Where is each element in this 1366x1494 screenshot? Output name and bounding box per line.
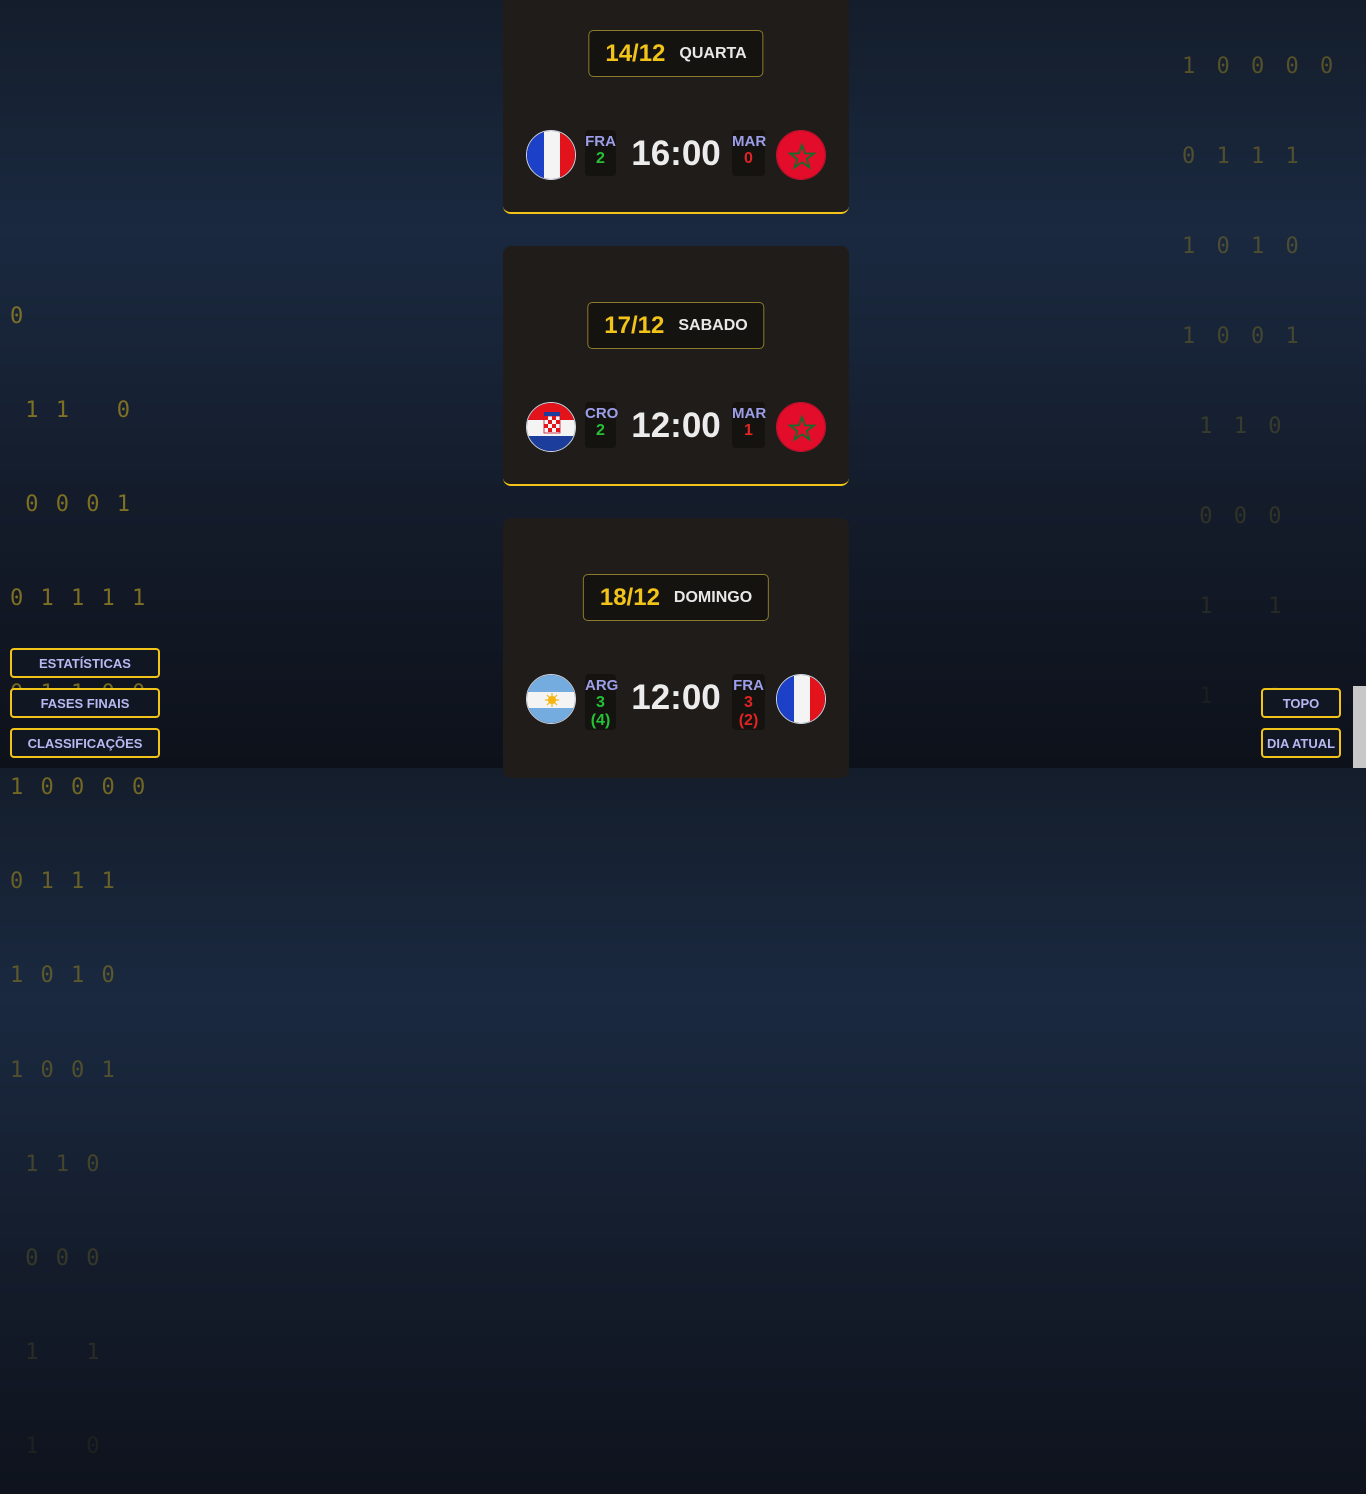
home-team-box: CRO 2 (585, 402, 619, 448)
away-team-score: 0 (744, 150, 753, 167)
binary-row: 1 0 1 0 (1182, 234, 1303, 259)
match-date-box: 18/12 DOMINGO (582, 574, 770, 621)
home-team-score: 3 (596, 694, 605, 711)
morocco-flag-icon (776, 402, 826, 452)
binary-decoration-left: 0 1 1 0 0 0 0 1 0 1 1 1 1 0 1 1 0 0 1 0 … (10, 238, 147, 1494)
binary-row: 1 0 0 1 (1182, 324, 1303, 349)
binary-row: 1 0 1 0 (10, 963, 117, 989)
match-weekday: QUARTA (679, 44, 747, 62)
away-team-box: MAR 0 (732, 130, 767, 176)
away-team-score: 1 (744, 422, 753, 439)
binary-row: 0 0 0 (1182, 504, 1286, 529)
match-row: FRA 2 16:00 MAR 0 (526, 129, 826, 181)
match-date-box: 14/12 QUARTA (588, 30, 764, 77)
match-date-box: 17/12 SABADO (587, 302, 765, 349)
match-row: ARG 3 (4) 12:00 FRA 3 (2) (526, 673, 826, 730)
binary-row: 1 0 (10, 1434, 102, 1460)
croatia-flag-icon (526, 402, 576, 452)
match-time: 12:00 (631, 678, 721, 717)
match-date: 18/12 (599, 583, 660, 611)
binary-row: 0 0 0 1 (10, 492, 132, 518)
home-team-box: FRA 2 (585, 130, 616, 176)
binary-row: 1 0 0 0 0 (1182, 54, 1338, 79)
match-time: 12:00 (631, 406, 721, 445)
match-weekday: DOMINGO (673, 588, 753, 606)
morocco-flag-icon (776, 130, 826, 180)
away-team-score: 3 (744, 694, 753, 711)
match-card: 14/12 QUARTA FRA 2 16:00 MAR 0 (503, 0, 849, 214)
binary-row: 0 1 1 1 (10, 869, 117, 895)
home-team-code: ARG (585, 677, 619, 694)
binary-row: 0 (10, 303, 26, 329)
match-time: 16:00 (631, 134, 721, 173)
match-date: 14/12 (605, 39, 666, 67)
binary-row: 0 1 1 1 1 (10, 586, 148, 612)
away-team-code: FRA (733, 677, 764, 694)
scroll-top-button[interactable]: TOPO (1261, 688, 1341, 718)
france-flag-icon (526, 130, 576, 180)
page-scrollbar[interactable] (1353, 686, 1366, 768)
match-card: 18/12 DOMINGO ARG 3 (4) 12:00 FRA 3 (2) (503, 518, 849, 778)
binary-row: 1 1 0 (1182, 414, 1286, 439)
away-team-penalties: (2) (738, 712, 759, 729)
match-card: 17/12 SABADO CRO 2 12:00 MAR 1 (503, 246, 849, 486)
match-date: 17/12 (604, 311, 665, 339)
argentina-flag-icon (526, 674, 576, 724)
binary-row: 1 1 0 (10, 398, 132, 424)
away-team-box: FRA 3 (2) (732, 674, 765, 730)
binary-row: 0 1 1 1 (1182, 144, 1303, 169)
standings-button[interactable]: CLASSIFICAÇÕES (10, 728, 160, 758)
statistics-button[interactable]: ESTATÍSTICAS (10, 648, 160, 678)
current-day-button[interactable]: DIA ATUAL (1261, 728, 1341, 758)
home-team-penalties: (4) (590, 712, 611, 729)
home-team-box: ARG 3 (4) (585, 674, 619, 730)
away-team-box: MAR 1 (732, 402, 767, 448)
binary-row: 1 1 (1182, 594, 1286, 619)
match-weekday: SABADO (678, 316, 748, 334)
binary-decoration-right: 1 0 0 0 0 0 1 1 1 1 0 1 0 1 0 0 1 1 1 0 … (1182, 0, 1337, 742)
binary-row: 1 1 0 (10, 1151, 102, 1177)
away-team-code: MAR (732, 405, 767, 422)
home-team-score: 2 (596, 150, 605, 167)
away-team-code: MAR (732, 133, 767, 150)
binary-row: 0 0 0 (10, 1246, 102, 1271)
binary-row: 1 0 0 1 (10, 1057, 117, 1083)
home-team-score: 2 (596, 422, 605, 439)
final-stages-button[interactable]: FASES FINAIS (10, 688, 160, 718)
france-flag-icon (776, 674, 826, 724)
home-team-code: FRA (585, 133, 616, 150)
binary-row: 1 1 (10, 1340, 102, 1366)
binary-row: 1 0 0 0 0 (10, 774, 148, 800)
home-team-code: CRO (585, 405, 619, 422)
match-row: CRO 2 12:00 MAR 1 (526, 401, 826, 453)
